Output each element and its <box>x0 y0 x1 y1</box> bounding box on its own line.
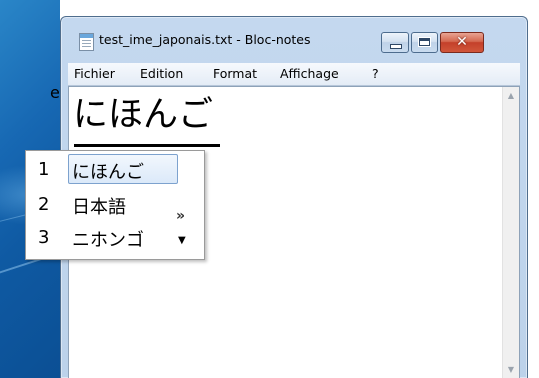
candidate-number: 3 <box>38 227 50 248</box>
composition-text: にほんご <box>73 95 214 135</box>
composition-underline <box>74 144 220 147</box>
notepad-icon[interactable] <box>79 33 94 51</box>
candidate-number: 2 <box>38 194 50 215</box>
menu-format[interactable]: Format <box>213 66 257 81</box>
minimize-button[interactable] <box>381 32 409 53</box>
maximize-button[interactable] <box>411 32 438 53</box>
candidate-number: 1 <box>38 159 50 180</box>
close-icon: ✕ <box>456 34 468 50</box>
minimize-icon <box>390 44 402 49</box>
window-title: test_ime_japonais.txt - Bloc-notes <box>99 32 311 47</box>
candidate-text: ニホンゴ <box>72 230 144 251</box>
candidate-item[interactable]: 1 にほんご <box>28 154 178 184</box>
candidate-text: にほんご <box>72 162 144 183</box>
close-button[interactable]: ✕ <box>440 32 484 53</box>
desktop-edge-text: e <box>50 83 60 102</box>
scroll-down-icon[interactable]: ▼ <box>503 361 519 378</box>
vertical-scrollbar[interactable]: ▲ ▼ <box>502 87 519 378</box>
menu-help[interactable]: ? <box>372 66 379 81</box>
menu-bar: Fichier Edition Format Affichage ? <box>68 63 520 86</box>
scroll-up-icon[interactable]: ▲ <box>503 87 519 104</box>
expand-candidates-icon[interactable]: » <box>176 208 185 224</box>
menu-edition[interactable]: Edition <box>140 66 183 81</box>
candidate-item[interactable]: 2 日本語 <box>28 189 178 219</box>
ime-candidate-list: 1 にほんご 2 日本語 3 ニホンゴ » ▼ <box>25 150 205 260</box>
title-bar[interactable]: test_ime_japonais.txt - Bloc-notes ✕ <box>61 17 527 53</box>
menu-affichage[interactable]: Affichage <box>280 66 339 81</box>
menu-fichier[interactable]: Fichier <box>74 66 115 81</box>
page-down-icon[interactable]: ▼ <box>178 235 186 246</box>
maximize-icon <box>419 38 430 46</box>
candidate-text: 日本語 <box>72 197 126 218</box>
screenshot: e test_ime_japonais.txt - Bloc-notes ✕ F… <box>0 0 539 378</box>
candidate-item[interactable]: 3 ニホンゴ <box>28 222 178 252</box>
